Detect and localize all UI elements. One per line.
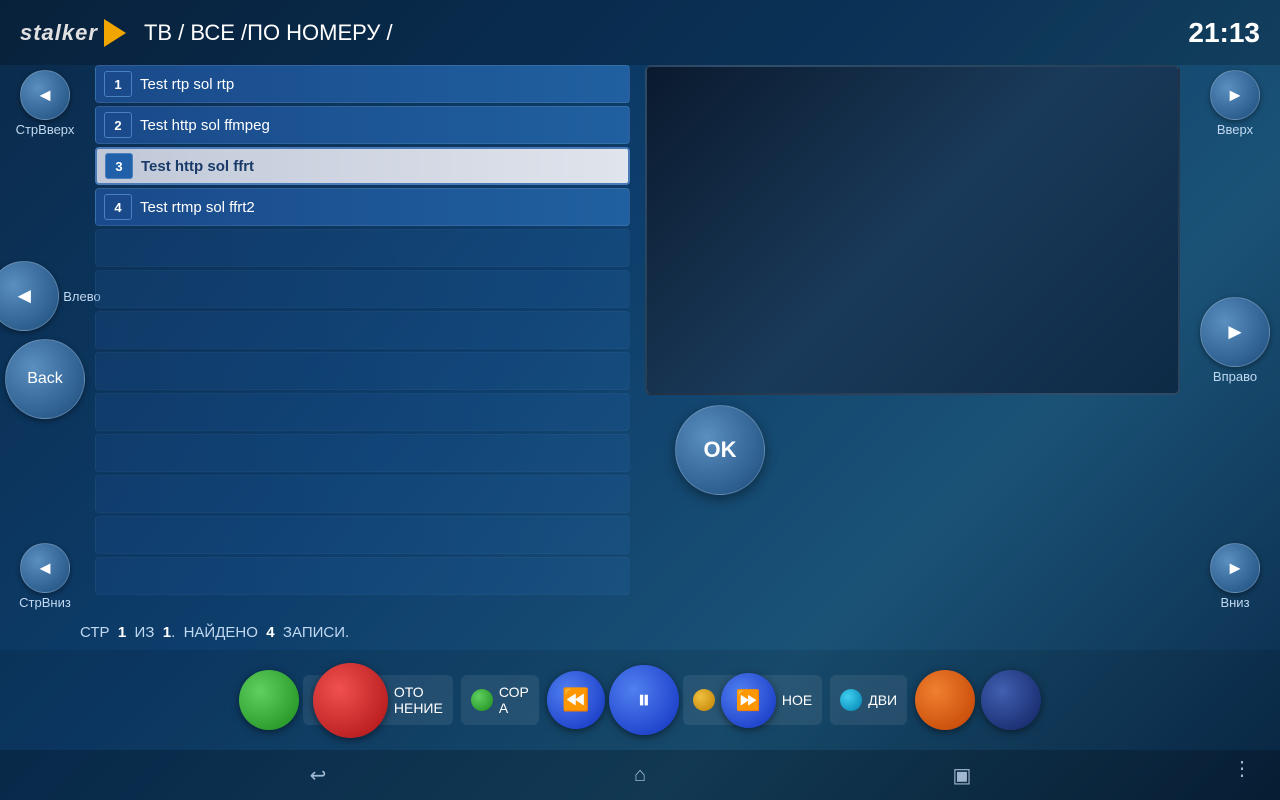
cyan-label: ДВИ xyxy=(868,692,897,708)
status-bar: СТР 1 ИЗ 1. НАЙДЕНО 4 ЗАПИСИ. xyxy=(0,615,1280,650)
right-circle[interactable]: ► xyxy=(1200,297,1270,367)
manual-pill: ⏩ НОЕ xyxy=(683,675,822,725)
logo-text: stalker xyxy=(20,20,98,46)
channel-num: 3 xyxy=(105,153,133,179)
channel-item[interactable]: 2 Test http sol ffmpeg xyxy=(95,106,630,144)
of-num: 1 xyxy=(163,624,171,641)
channel-name: Test rtmp sol ffrt2 xyxy=(140,199,255,216)
channel-num: 1 xyxy=(104,71,132,97)
status-text: СТР 1 ИЗ 1. НАЙДЕНО 4 ЗАПИСИ. xyxy=(80,624,349,641)
android-menu-button[interactable]: ⋮ xyxy=(1224,750,1260,786)
android-back-button[interactable]: ↩ xyxy=(300,757,336,793)
down-label: Вниз xyxy=(1220,595,1249,610)
android-home-button[interactable]: ⌂ xyxy=(622,757,658,793)
pause-button[interactable]: ⏸ xyxy=(609,665,679,735)
channel-name: Test http sol ffmpeg xyxy=(140,117,270,134)
page-up-circle[interactable]: ◄ xyxy=(20,70,70,120)
android-recent-button[interactable]: ▣ xyxy=(944,757,980,793)
sort-pill: СОРА xyxy=(461,675,539,725)
header-left: stalker ТВ / ВСЕ /ПО НОМЕРУ / xyxy=(20,19,393,47)
sort-label: СОРА xyxy=(499,684,529,716)
channel-item[interactable] xyxy=(95,434,630,472)
preview-area: OK xyxy=(635,65,1190,615)
channel-list: 1Test rtp sol rtp2Test http sol ffmpeg3T… xyxy=(90,65,635,615)
breadcrumb: ТВ / ВСЕ /ПО НОМЕРУ / xyxy=(144,20,393,46)
fforward-button[interactable]: ⏩ xyxy=(721,673,776,728)
channel-item[interactable]: 3 Test http sol ffrt xyxy=(95,147,630,185)
sort-green-icon xyxy=(471,689,493,711)
records-label: ЗАПИСИ. xyxy=(283,624,349,641)
logo-arrow-icon xyxy=(104,19,126,47)
left-button[interactable]: ◄ Влево xyxy=(0,261,101,331)
up-button[interactable]: ► Вверх xyxy=(1210,70,1260,137)
page-num: 1 xyxy=(118,624,126,641)
video-preview xyxy=(645,65,1180,395)
header: stalker ТВ / ВСЕ /ПО НОМЕРУ / 21:13 xyxy=(0,0,1280,65)
bottom-toolbar: ОТОНЕНИЕ СОРА ⏪ ⏸ ⏩ НОЕ ДВИ xyxy=(0,650,1280,750)
page-up-label: СтрВверх xyxy=(16,122,75,137)
red-pill: ОТОНЕНИЕ xyxy=(303,675,453,725)
found-label: НАЙДЕНО xyxy=(184,624,258,641)
channel-item[interactable] xyxy=(95,516,630,554)
blue-button[interactable] xyxy=(981,670,1041,730)
channel-item[interactable] xyxy=(95,393,630,431)
ok-button[interactable]: OK xyxy=(675,405,765,495)
back-button[interactable]: Back xyxy=(5,339,85,419)
logo: stalker xyxy=(20,19,126,47)
right-label: Вправо xyxy=(1213,369,1257,384)
right-button[interactable]: ► Вправо xyxy=(1200,297,1270,384)
rewind-button[interactable]: ⏪ xyxy=(547,671,605,729)
up-label: Вверх xyxy=(1217,122,1253,137)
left-nav: ◄ СтрВверх ◄ Влево Back ◄ СтрВниз xyxy=(0,65,90,615)
left-circle[interactable]: ◄ xyxy=(0,261,59,331)
android-nav: ↩ ⌂ ▣ ⋮ xyxy=(0,750,1280,800)
channel-name: Test http sol ffrt xyxy=(141,158,254,175)
channel-item[interactable] xyxy=(95,557,630,595)
page-label: СТР xyxy=(80,624,110,641)
channel-item[interactable] xyxy=(95,270,630,308)
right-nav: ► Вверх ► Вправо ► Вниз xyxy=(1190,65,1280,615)
back-circle[interactable]: Back xyxy=(5,339,85,419)
channel-name: Test rtp sol rtp xyxy=(140,76,234,93)
page-up-button[interactable]: ◄ СтрВверх xyxy=(16,70,75,137)
channel-item[interactable] xyxy=(95,475,630,513)
clock: 21:13 xyxy=(1188,17,1260,49)
up-circle[interactable]: ► xyxy=(1210,70,1260,120)
cyan-icon xyxy=(840,689,862,711)
red-label: ОТОНЕНИЕ xyxy=(394,684,443,716)
of-label: ИЗ xyxy=(135,624,155,641)
down-circle[interactable]: ► xyxy=(1210,543,1260,593)
page-down-button[interactable]: ◄ СтрВниз xyxy=(19,543,71,610)
orange-button[interactable] xyxy=(915,670,975,730)
channel-item[interactable]: 1 Test rtp sol rtp xyxy=(95,65,630,103)
page-down-circle[interactable]: ◄ xyxy=(20,543,70,593)
manual-label: НОЕ xyxy=(782,692,812,708)
cyan-pill: ДВИ xyxy=(830,675,907,725)
channel-item[interactable] xyxy=(95,311,630,349)
channel-num: 2 xyxy=(104,112,132,138)
channel-item[interactable] xyxy=(95,229,630,267)
yellow-icon xyxy=(693,689,715,711)
channel-item[interactable]: 4 Test rtmp sol ffrt2 xyxy=(95,188,630,226)
green-button[interactable] xyxy=(239,670,299,730)
down-button[interactable]: ► Вниз xyxy=(1210,543,1260,610)
channel-num: 4 xyxy=(104,194,132,220)
page-down-label: СтрВниз xyxy=(19,595,71,610)
found-num: 4 xyxy=(266,624,274,641)
channel-item[interactable] xyxy=(95,352,630,390)
red-button[interactable] xyxy=(313,663,388,738)
